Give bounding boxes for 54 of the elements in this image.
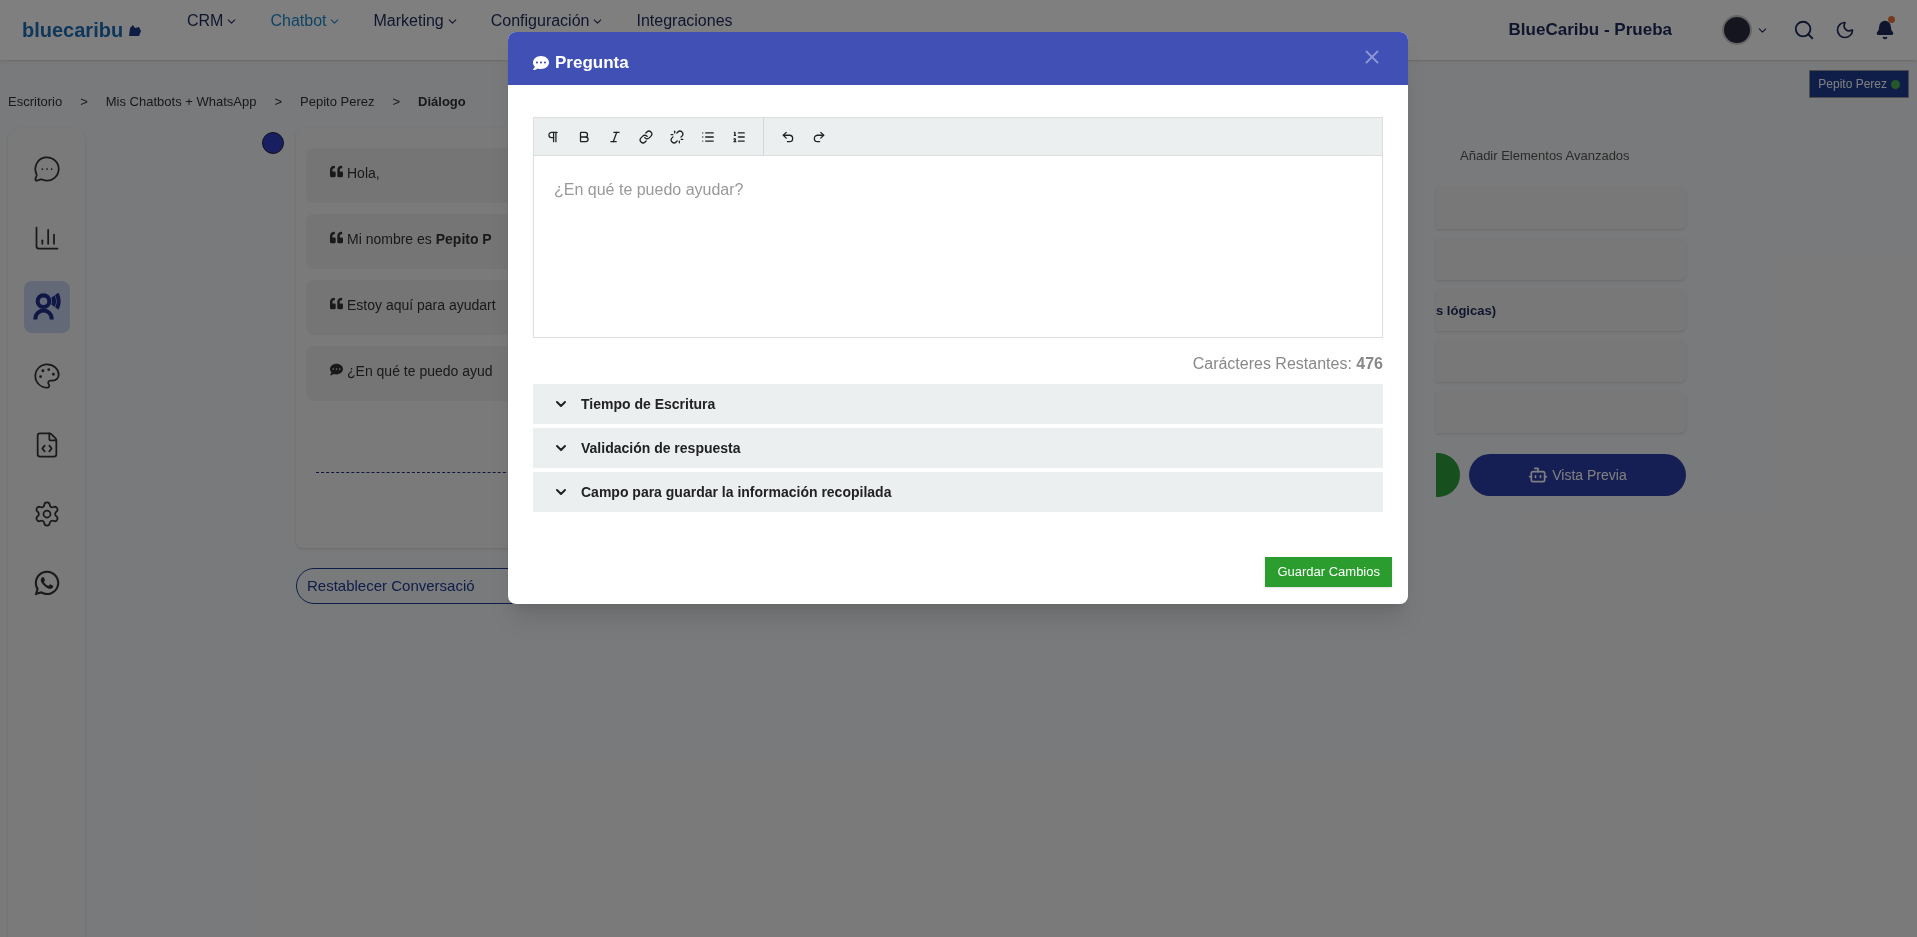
paragraph-icon[interactable] <box>546 129 560 144</box>
quote-icon <box>330 297 343 310</box>
robot-icon <box>1528 465 1549 485</box>
row-label: s lógicas) <box>1436 301 1496 320</box>
breadcrumb-link[interactable]: Escritorio <box>8 92 63 112</box>
preview-button[interactable]: Vista Previa <box>1469 454 1686 496</box>
moon-icon[interactable] <box>1835 20 1855 40</box>
palette-icon <box>32 362 61 390</box>
speech-bubble-icon <box>533 54 549 71</box>
sidebar-item[interactable] <box>23 281 70 333</box>
whatsapp-icon <box>32 569 61 597</box>
redo-icon[interactable] <box>812 129 826 144</box>
remaining-characters: Carácteres Restantes: 476 <box>1192 354 1383 374</box>
user-badge[interactable]: Pepito Perez <box>1809 70 1909 98</box>
breadcrumb-separator: > <box>274 93 283 112</box>
nav-menu-item[interactable]: Marketing <box>373 9 459 33</box>
breadcrumb-link[interactable]: Mis Chatbots + WhatsApp <box>105 92 257 112</box>
notification-bell-icon[interactable] <box>1875 20 1895 40</box>
nav-menu-item[interactable]: CRM <box>187 9 239 33</box>
element-row[interactable]: s lógicas) <box>1436 290 1686 331</box>
tab[interactable]: Añadir Elementos Avanzados <box>1460 136 1686 176</box>
quote-icon <box>330 231 343 244</box>
message-text: Estoy aquí para ayudart <box>347 296 496 315</box>
breadcrumb-separator: > <box>392 93 401 112</box>
undo-icon[interactable] <box>781 129 795 144</box>
numbered-list-icon[interactable] <box>732 129 746 144</box>
breadcrumb-separator: > <box>80 93 88 112</box>
link-icon[interactable] <box>639 129 653 144</box>
speech-bubble-icon <box>330 363 343 376</box>
search-icon[interactable] <box>1793 19 1815 41</box>
unlink-icon[interactable] <box>670 129 684 144</box>
round-action-button[interactable] <box>1436 453 1460 497</box>
nav-menu-item[interactable]: Configuración <box>490 9 605 33</box>
logo-text[interactable]: bluecaribu <box>22 15 124 45</box>
nav-menu-item[interactable]: Chatbot <box>270 9 342 33</box>
account-name: BlueCaribu - Prueba <box>1508 19 1672 42</box>
nav-menu-item[interactable]: Integraciones <box>636 9 733 33</box>
save-changes-button[interactable]: Guardar Cambios <box>1265 557 1392 587</box>
avatar-placeholder[interactable] <box>1722 15 1752 45</box>
chat-bubble-icon <box>32 155 61 183</box>
message-text: Mi nombre es Pepito P <box>347 230 492 249</box>
italic-icon[interactable] <box>608 129 622 144</box>
quote-icon <box>330 165 343 178</box>
accordion-section[interactable]: Tiempo de Escritura <box>533 384 1383 424</box>
bullet-list-icon[interactable] <box>701 129 715 144</box>
dialog-title: Pregunta <box>555 51 629 74</box>
bold-icon[interactable] <box>577 129 591 144</box>
rich-text-editor[interactable]: ¿En qué te puedo ayudar? <box>533 117 1383 338</box>
breadcrumb-link[interactable]: Pepito Perez <box>300 92 375 112</box>
accordion-section[interactable]: Campo para guardar la información recopilada <box>533 472 1383 512</box>
message-text: ¿En qué te puedo ayud <box>347 362 493 381</box>
accordion-section[interactable]: Validación de respuesta <box>533 428 1383 468</box>
person-speaking-icon <box>32 293 61 321</box>
message-text: Hola, <box>347 164 380 183</box>
